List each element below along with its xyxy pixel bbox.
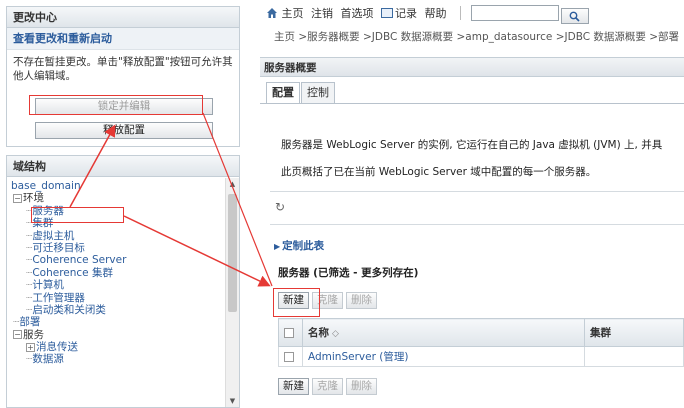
logout-link[interactable]: 注销 — [311, 7, 333, 20]
column-header-cluster[interactable]: 集群 — [584, 318, 684, 347]
tree-item-services[interactable]: − 服务 — [11, 329, 225, 341]
tab-control[interactable]: 控制 — [301, 82, 335, 104]
divider — [270, 191, 684, 192]
server-cluster-cell — [584, 346, 684, 367]
description-line-1: 服务器是 WebLogic Server 的实例, 它运行在自己的 Java 虚… — [281, 139, 663, 151]
tab-underline — [260, 103, 684, 104]
breadcrumb[interactable]: 主页 >服务器概要 >JDBC 数据源概要 >amp_datasource >J… — [274, 29, 679, 44]
section-title: 服务器概要 — [260, 57, 684, 77]
scroll-up-arrow-icon[interactable]: ▲ — [226, 178, 239, 191]
home-icon — [267, 8, 277, 18]
record-icon — [381, 8, 393, 18]
server-name-link[interactable]: AdminServer (管理) — [302, 346, 585, 367]
change-center-message: 不存在暂挂更改。单击"释放配置"按钮可允许其他人编辑域。 — [13, 56, 233, 82]
tree-item-base-domain[interactable]: base_domain — [11, 180, 225, 192]
search-icon — [569, 11, 580, 22]
servers-table: 名称 ◇ 集群 AdminServer (管理) — [278, 318, 684, 367]
tree-item-startup-shutdown[interactable]: ┈启动类和关闭类 — [11, 304, 225, 316]
table-header-row: 名称 ◇ 集群 — [278, 318, 684, 347]
search-input[interactable] — [470, 5, 559, 21]
clone-button[interactable]: 克隆 — [312, 378, 343, 395]
change-center-panel: 更改中心 查看更改和重新启动 不存在暂挂更改。单击"释放配置"按钮可允许其他人编… — [6, 6, 240, 147]
tab-configuration[interactable]: 配置 — [266, 82, 300, 104]
scroll-thumb[interactable] — [228, 194, 237, 312]
change-center-title: 更改中心 — [7, 7, 239, 28]
tree-item-machines[interactable]: ┈计算机 — [11, 279, 225, 291]
tab-bar: 配置 控制 — [266, 82, 336, 104]
tree-item-deployments[interactable]: ┈部署 — [11, 316, 225, 328]
expand-triangle-icon: ▶ — [274, 242, 281, 251]
sort-icon[interactable]: ◇ — [332, 329, 339, 339]
scroll-down-arrow-icon[interactable]: ▼ — [226, 395, 239, 407]
table-toolbar-bottom: 新建 克隆 删除 — [278, 378, 380, 395]
tree-item-data-sources[interactable]: ┈数据源 — [11, 353, 225, 365]
preferences-link[interactable]: 首选项 — [341, 7, 374, 20]
tree-item-coherence-server[interactable]: ┈Coherence Server — [11, 254, 225, 266]
domain-structure-title: 域结构 — [7, 156, 239, 177]
select-all-header — [278, 318, 303, 347]
search-button[interactable] — [560, 8, 589, 24]
nav-separator — [460, 6, 461, 20]
release-config-button[interactable]: 释放配置 — [35, 122, 213, 139]
select-all-checkbox[interactable] — [284, 327, 294, 338]
annotation-box-lock — [29, 95, 203, 115]
delete-button[interactable]: 删除 — [346, 378, 377, 395]
refresh-icon[interactable]: ↻ — [275, 200, 285, 214]
tree-scrollbar[interactable]: ▲ ▼ — [225, 178, 239, 407]
row-checkbox[interactable] — [284, 351, 294, 362]
expand-icon[interactable]: + — [26, 342, 35, 352]
row-select-cell — [278, 346, 303, 367]
customize-table-link[interactable]: ▶ 定制此表 — [274, 238, 324, 253]
tree-item-environment[interactable]: − 环境 — [11, 192, 225, 204]
collapse-icon[interactable]: − — [13, 193, 22, 203]
view-changes-link[interactable]: 查看更改和重新启动 — [7, 28, 239, 50]
tree-item-coherence-cluster[interactable]: ┈Coherence 集群 — [11, 267, 225, 279]
record-link[interactable]: 记录 — [395, 7, 417, 20]
annotation-box-servers — [31, 207, 124, 223]
new-button[interactable]: 新建 — [278, 378, 309, 395]
domain-structure-panel: 域结构 base_domain − 环境 ┈服务器 ┈集群 ┈虚拟主机 ┈可迁移目… — [6, 155, 240, 408]
table-row: AdminServer (管理) — [278, 346, 684, 367]
tree-item-work-managers[interactable]: ┈工作管理器 — [11, 292, 225, 304]
tree-item-virtual-hosts[interactable]: ┈虚拟主机 — [11, 230, 225, 242]
servers-table-title: 服务器 (已筛选 - 更多列存在) — [278, 267, 419, 279]
left-panel: 更改中心 查看更改和重新启动 不存在暂挂更改。单击"释放配置"按钮可允许其他人编… — [0, 0, 246, 408]
main-content: 主页 注销 首选项 记录 帮助 主页 >服务器概要 >JDBC 数据源概要 >a… — [256, 0, 684, 408]
collapse-icon[interactable]: − — [13, 330, 22, 340]
delete-button[interactable]: 删除 — [346, 292, 377, 309]
home-link[interactable]: 主页 — [282, 7, 304, 20]
tree-item-messaging[interactable]: + 消息传送 — [11, 341, 225, 353]
tree-item-migratable-targets[interactable]: ┈可迁移目标 — [11, 242, 225, 254]
divider — [270, 224, 684, 225]
help-link[interactable]: 帮助 — [425, 7, 447, 20]
annotation-box-new — [273, 288, 320, 317]
top-navigation: 主页 注销 首选项 记录 帮助 — [266, 5, 589, 24]
description-line-2: 此页概括了已在当前 WebLogic Server 域中配置的每一个服务器。 — [281, 166, 597, 178]
column-header-name[interactable]: 名称 ◇ — [302, 318, 585, 347]
